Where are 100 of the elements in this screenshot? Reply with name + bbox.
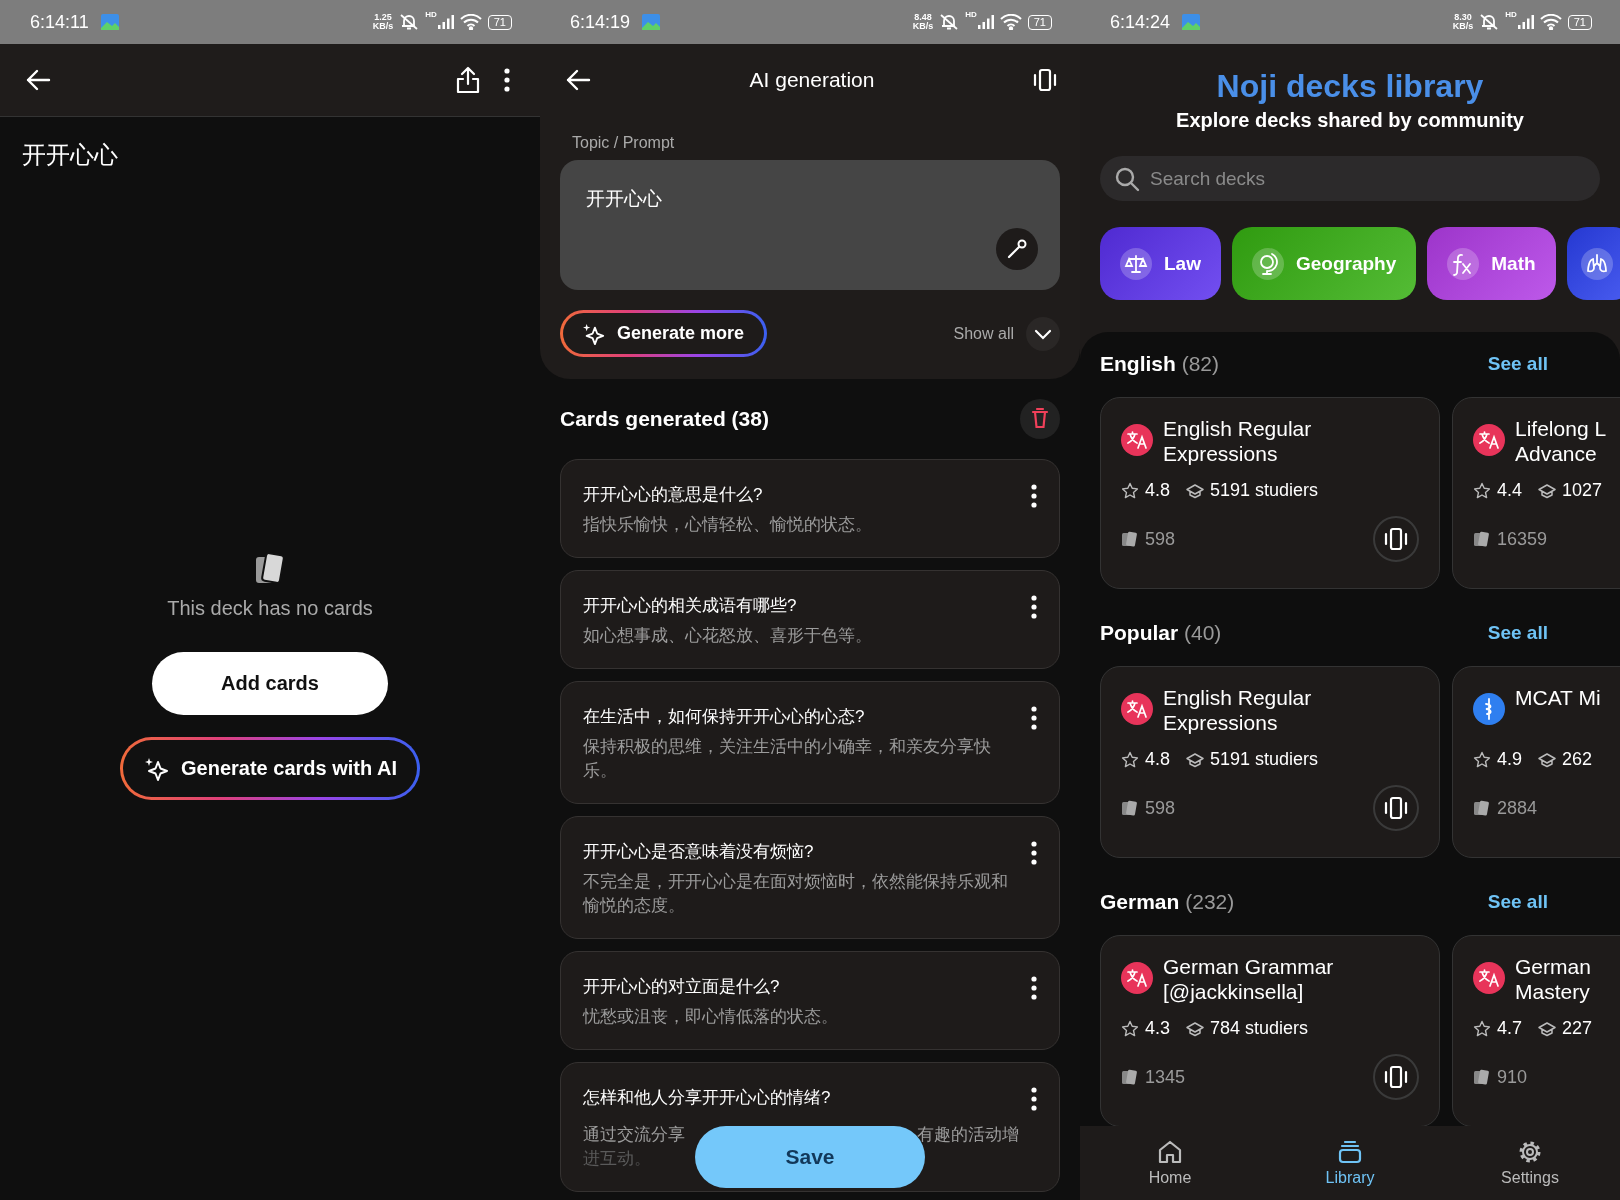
section-title: English (82) (1100, 352, 1220, 376)
deck-rating: 4.7 (1497, 1018, 1523, 1039)
see-all-link[interactable]: See all (1487, 891, 1548, 913)
trash-icon[interactable] (1020, 399, 1060, 439)
card-question: 开开心心的对立面是什么? (583, 976, 781, 998)
more-options-icon[interactable] (1031, 706, 1037, 730)
sparkle-icon (145, 756, 169, 781)
card-answer: 保持积极的思维，关注生活中的小确幸，和亲友分享快乐。 (583, 736, 992, 782)
deck-card[interactable]: German Grammar [@jackkinsella] 4.3 784 studiers 1345 (1100, 935, 1440, 1126)
card-question: 在生活中，如何保持开开心心的心态? (583, 706, 866, 728)
translate-icon (1473, 424, 1505, 456)
scales-icon (1120, 247, 1152, 280)
chevron-down-icon[interactable] (1026, 316, 1060, 351)
nav-tab[interactable]: Settings (1440, 1126, 1620, 1200)
category-chip[interactable]: Law (1100, 227, 1221, 300)
prompt-field[interactable]: 开开心心 (560, 160, 1060, 290)
translate-icon (1121, 424, 1153, 456)
mute-icon (939, 13, 960, 31)
section-title: German (232) (1100, 890, 1235, 914)
status-time: 6:14:11 (30, 11, 89, 33)
deck-title: English Regular Expressions (1163, 685, 1312, 735)
nav-tab[interactable]: Library (1260, 1126, 1440, 1200)
more-options-icon[interactable] (1031, 841, 1037, 865)
deck-card-count: 1345 (1145, 1066, 1186, 1088)
settings-icon (1517, 1139, 1543, 1165)
medical-icon (1473, 693, 1505, 725)
flashcard[interactable]: 开开心心的意思是什么? 指快乐愉快，心情轻松、愉悦的状态。 (560, 459, 1060, 558)
signal-icon (977, 15, 994, 29)
sparkle-icon (583, 322, 605, 345)
magic-wand-icon[interactable] (996, 228, 1038, 270)
library-title: Noji decks library (1215, 68, 1485, 105)
flashcard[interactable]: 开开心心的对立面是什么? 忧愁或沮丧，即心情低落的状态。 (560, 951, 1060, 1050)
deck-studiers: 262 (1562, 749, 1593, 770)
status-time: 6:14:19 (570, 11, 631, 33)
see-all-link[interactable]: See all (1487, 353, 1548, 375)
star-icon (1121, 481, 1139, 500)
more-options-icon[interactable] (1031, 484, 1037, 508)
nav-tab[interactable]: Home (1080, 1126, 1260, 1200)
card-answer-fragment: 通过交流分享 (583, 1124, 685, 1146)
category-chip[interactable] (1566, 227, 1620, 300)
translate-icon (1121, 962, 1153, 994)
home-icon (1157, 1139, 1183, 1165)
graduation-cap-icon (1538, 1019, 1557, 1038)
cards-icon (1473, 799, 1491, 817)
card-question: 开开心心的相关成语有哪些? (583, 595, 798, 617)
battery-level: 71 (1567, 14, 1592, 30)
study-icon[interactable] (1373, 516, 1419, 562)
more-options-icon[interactable] (1031, 1087, 1037, 1111)
deck-card[interactable]: Lifelong L Advance 4.4 1027 16359 (1452, 397, 1620, 589)
wifi-icon (459, 14, 482, 30)
see-all-link[interactable]: See all (1487, 622, 1548, 644)
prompt-label: Topic / Prompt (571, 133, 676, 153)
study-icon[interactable] (1373, 785, 1419, 831)
deck-studiers: 1027 (1562, 480, 1603, 501)
more-options-icon[interactable] (504, 68, 510, 92)
search-field[interactable]: Search decks (1100, 156, 1600, 201)
deck-rating: 4.4 (1497, 480, 1523, 501)
globe-icon (1251, 247, 1284, 280)
wifi-icon (999, 14, 1022, 30)
deck-card[interactable]: English Regular Expressions 4.8 5191 studiers 598 (1100, 397, 1440, 589)
card-answer: 指快乐愉快，心情轻松、愉悦的状态。 (583, 514, 873, 536)
category-chip[interactable]: Math (1427, 227, 1556, 300)
card-question: 怎样和他人分享开开心心的情绪? (583, 1087, 832, 1109)
cards-icon (1121, 1068, 1139, 1086)
add-cards-button[interactable]: Add cards (152, 652, 388, 715)
empty-message: This deck has no cards (167, 597, 373, 620)
library-icon (1337, 1139, 1363, 1165)
star-icon (1473, 481, 1491, 500)
share-icon[interactable] (456, 66, 480, 94)
function-icon (1447, 247, 1480, 280)
deck-title: German Grammar [@jackkinsella] (1163, 954, 1334, 1004)
card-answer: 如心想事成、心花怒放、喜形于色等。 (583, 625, 873, 647)
star-icon (1121, 1019, 1139, 1038)
graduation-cap-icon (1538, 750, 1557, 769)
battery-level: 71 (1027, 14, 1052, 30)
cards-icon (1473, 1068, 1491, 1086)
flashcard[interactable]: 开开心心的相关成语有哪些? 如心想事成、心花怒放、喜形于色等。 (560, 570, 1060, 669)
flashcard[interactable]: 在生活中，如何保持开开心心的心态? 保持积极的思维，关注生活中的小确幸，和亲友分享快乐。 (560, 681, 1060, 804)
study-icon[interactable] (1373, 1054, 1419, 1100)
deck-card[interactable]: English Regular Expressions 4.8 5191 studiers 598 (1100, 666, 1440, 858)
more-options-icon[interactable] (1031, 595, 1037, 619)
more-options-icon[interactable] (1031, 976, 1037, 1000)
cards-icon (1121, 530, 1139, 548)
flashcard[interactable]: 开开心心是否意味着没有烦恼? 不完全是，开开心心是在面对烦恼时，依然能保持乐观和愉悦的态度。 (560, 816, 1060, 939)
study-icon[interactable] (1032, 67, 1058, 93)
deck-card-count: 598 (1145, 528, 1176, 550)
deck-rating: 4.9 (1497, 749, 1523, 770)
hd-label: HD (1505, 10, 1517, 19)
deck-studiers: 227 (1562, 1018, 1593, 1039)
star-icon (1121, 750, 1139, 769)
wifi-icon (1539, 14, 1562, 30)
deck-title: Lifelong L Advance (1515, 416, 1607, 466)
gallery-icon (1182, 14, 1201, 30)
deck-card[interactable]: German Mastery 4.7 227 910 (1452, 935, 1620, 1126)
network-speed: 1.25 KB/s (372, 13, 394, 31)
show-all-link[interactable]: Show all (953, 324, 1014, 343)
hd-label: HD (425, 10, 437, 19)
deck-card[interactable]: MCAT Mi 4.9 262 2884 (1452, 666, 1620, 858)
deck-title: German Mastery (1515, 954, 1591, 1004)
mute-icon (1479, 13, 1500, 31)
